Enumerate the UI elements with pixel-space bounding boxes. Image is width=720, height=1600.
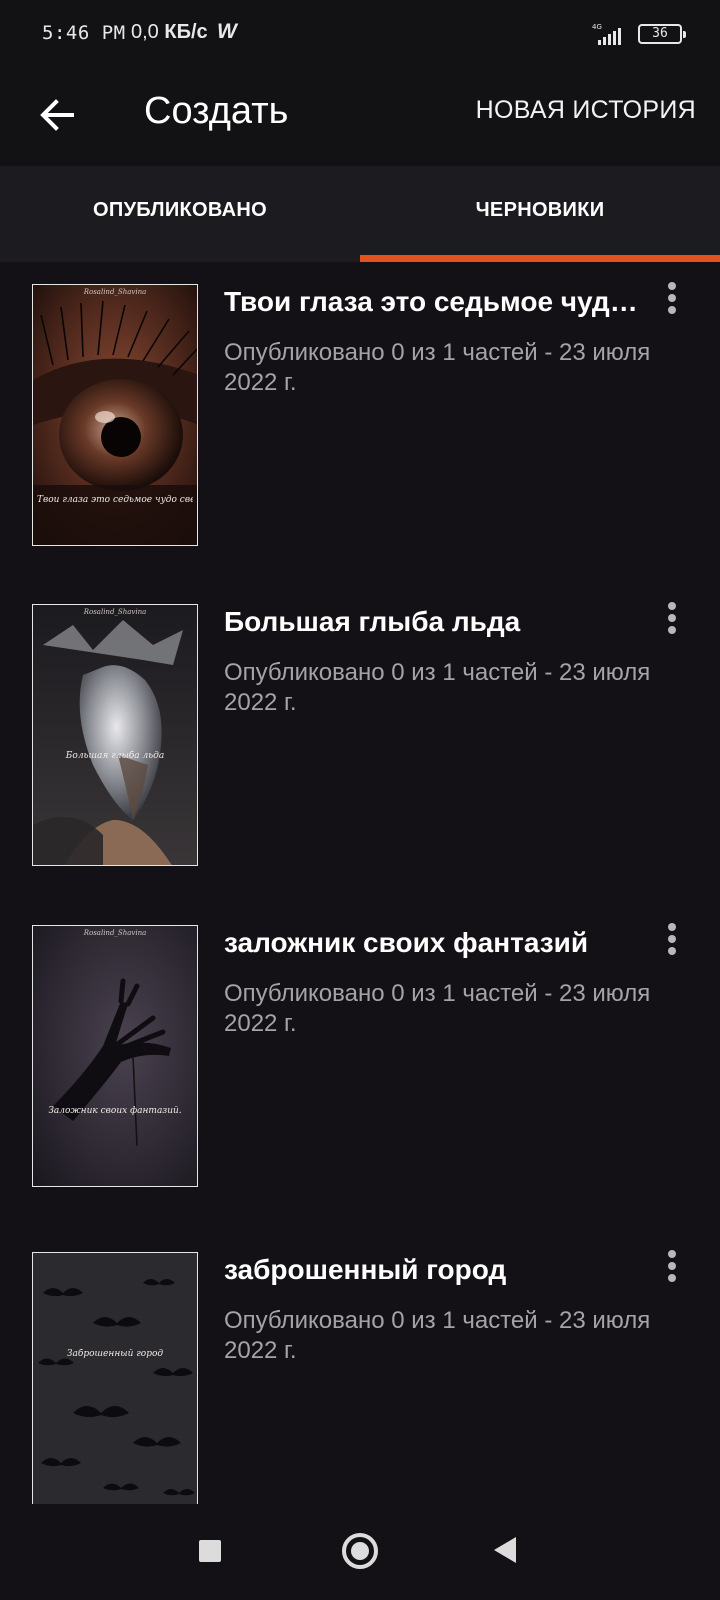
story-item[interactable]: Заброшенный город заброшенный город Опуб…: [0, 1230, 720, 1504]
more-vertical-icon[interactable]: [658, 598, 686, 638]
story-meta: Опубликовано 0 из 1 частей - 23 июля 202…: [224, 659, 651, 716]
story-cover[interactable]: Заброшенный город: [32, 1252, 198, 1504]
story-item[interactable]: Rosalind_Shavina Заложник своих фантазий…: [0, 903, 720, 1229]
cover-title-text: Твои глаза это седьмое чудо света): [37, 495, 193, 505]
cover-hands-image: [33, 926, 197, 1186]
story-cover[interactable]: Rosalind_Shavina Заложник своих фантазий…: [32, 925, 198, 1187]
battery-icon: 36: [638, 24, 686, 44]
story-title[interactable]: Большая глыба льда: [224, 606, 644, 638]
more-vertical-icon[interactable]: [658, 919, 686, 959]
status-network-speed: 0,0 КБ/с: [131, 21, 208, 44]
cover-title-text: Заброшенный город: [66, 1349, 164, 1359]
cover-author: Rosalind_Shavina: [83, 608, 147, 616]
story-meta: Опубликовано 0 из 1 частей - 23 июля 202…: [224, 980, 651, 1037]
square-icon[interactable]: [199, 1540, 221, 1562]
story-list: Rosalind_Shavina Твои глаза это седьмое …: [0, 262, 720, 1504]
cover-ice-heart-image: [33, 605, 197, 865]
more-vertical-icon[interactable]: [658, 1246, 686, 1286]
story-title[interactable]: Твои глаза это седьмое чудо...: [224, 286, 644, 318]
tab-drafts[interactable]: ЧЕРНОВИКИ: [360, 166, 720, 262]
more-vertical-icon[interactable]: [658, 278, 686, 318]
app-bar: Создать НОВАЯ ИСТОРИЯ: [0, 68, 720, 166]
network-type-label: 4G: [592, 23, 602, 31]
cover-title-text: Заложник своих фантазий.: [48, 1106, 182, 1116]
speed-unit: КБ/с: [164, 21, 208, 43]
signal-icon: 4G: [592, 23, 621, 45]
status-bar: 5:46 PM 0,0 КБ/с W 4G 36: [0, 0, 720, 68]
wattpad-notification-icon: W: [217, 20, 237, 43]
story-meta: Опубликовано 0 из 1 частей - 23 июля 202…: [224, 339, 651, 396]
story-item[interactable]: Rosalind_Shavina Твои глаза это седьмое …: [0, 262, 720, 588]
cover-eye-image: [33, 285, 197, 545]
story-title[interactable]: заброшенный город: [224, 1254, 644, 1286]
story-cover[interactable]: Rosalind_Shavina Большая глыба льда: [32, 604, 198, 866]
cover-author: Rosalind_Shavina: [83, 288, 147, 296]
story-title[interactable]: заложник своих фантазий: [224, 927, 644, 959]
speed-value: 0,0: [131, 21, 159, 43]
status-time: 5:46 PM: [42, 22, 126, 44]
cover-title-text: Большая глыба льда: [65, 751, 165, 761]
story-meta: Опубликовано 0 из 1 частей - 23 июля 202…: [224, 1307, 651, 1364]
new-story-button[interactable]: НОВАЯ ИСТОРИЯ: [476, 96, 696, 125]
arrow-left-icon[interactable]: [34, 90, 84, 140]
tab-published[interactable]: ОПУБЛИКОВАНО: [0, 166, 360, 262]
story-item[interactable]: Rosalind_Shavina Большая глыба льда Боль…: [0, 582, 720, 908]
system-navigation-bar: [0, 1504, 720, 1600]
triangle-back-icon[interactable]: [494, 1537, 516, 1563]
circle-icon[interactable]: [342, 1533, 378, 1569]
cover-author: Rosalind_Shavina: [83, 929, 147, 937]
tab-selected-indicator: [360, 255, 720, 262]
cover-birds-image: [33, 1253, 197, 1504]
page-title: Создать: [144, 90, 289, 132]
tab-bar: ОПУБЛИКОВАНО ЧЕРНОВИКИ: [0, 166, 720, 262]
story-cover[interactable]: Rosalind_Shavina Твои глаза это седьмое …: [32, 284, 198, 546]
